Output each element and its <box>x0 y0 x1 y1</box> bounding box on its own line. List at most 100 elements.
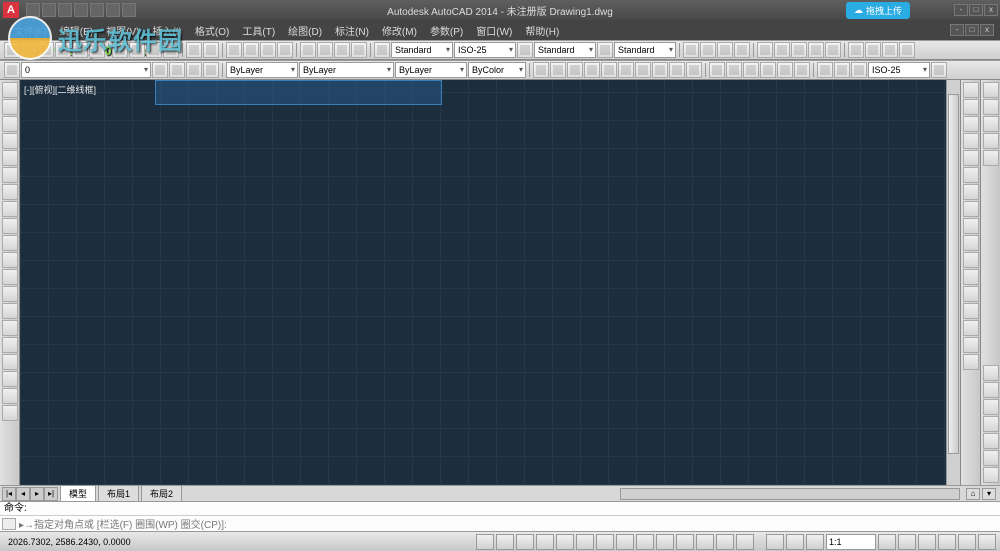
tool-gradient-icon[interactable] <box>2 337 18 353</box>
tb-zoom-icon[interactable] <box>243 42 259 58</box>
lineweight-combo[interactable]: ByLayer <box>395 62 467 78</box>
sb-quickview-layouts-icon[interactable] <box>786 534 804 550</box>
tool-pan-icon[interactable] <box>983 99 999 115</box>
menu-dimension[interactable]: 标注(N) <box>329 20 375 41</box>
tb-preview-icon[interactable] <box>72 42 88 58</box>
tab-first-button[interactable]: |◂ <box>2 487 16 501</box>
dimstyle-current-combo[interactable]: ISO-25 <box>868 62 930 78</box>
tool-spline-icon[interactable] <box>2 218 18 234</box>
tb-mleaderstyle-icon[interactable] <box>597 42 613 58</box>
menu-insert[interactable]: 插入(I) <box>146 20 187 41</box>
tb-open-icon[interactable] <box>21 42 37 58</box>
sb-workspace-icon[interactable] <box>918 534 936 550</box>
command-line[interactable]: ▸→指定对角点或 [栏选(F) 圈围(WP) 圈交(CP)]: <box>0 515 1000 531</box>
tool-array-icon[interactable] <box>963 150 979 166</box>
tb-dim-baseline-icon[interactable] <box>669 62 685 78</box>
tb-textstyle-icon[interactable] <box>374 42 390 58</box>
tool-rectangle-icon[interactable] <box>2 150 18 166</box>
menu-edit[interactable]: 编辑(E) <box>54 20 99 41</box>
tool-quickselect-icon[interactable] <box>983 450 999 466</box>
tb-misc1-icon[interactable] <box>848 42 864 58</box>
coordinates-display[interactable]: 2026.7302, 2586.2430, 0.0000 <box>4 536 135 548</box>
tb-zoom-window-icon[interactable] <box>260 42 276 58</box>
tool-circle-icon[interactable] <box>2 184 18 200</box>
menu-draw[interactable]: 绘图(D) <box>282 20 328 41</box>
textstyle-combo[interactable]: Standard <box>391 42 453 58</box>
tb-layer-iso-icon[interactable] <box>186 62 202 78</box>
tool-copy-icon[interactable] <box>963 99 979 115</box>
tb-redo-icon[interactable] <box>203 42 219 58</box>
sb-snap-icon[interactable] <box>476 534 494 550</box>
tool-rotate-icon[interactable] <box>963 184 979 200</box>
tb-table-icon[interactable] <box>808 42 824 58</box>
tool-explode-icon[interactable] <box>963 354 979 370</box>
tab-model[interactable]: 模型 <box>60 485 96 502</box>
qat-save-icon[interactable] <box>58 3 72 17</box>
tool-block-icon[interactable] <box>2 286 18 302</box>
sb-quickview-drawings-icon[interactable] <box>806 534 824 550</box>
tb-text2-icon[interactable] <box>700 42 716 58</box>
tool-blend-icon[interactable] <box>963 337 979 353</box>
tb-new-icon[interactable] <box>4 42 20 58</box>
menu-tools[interactable]: 工具(T) <box>236 20 281 41</box>
tb-dimtedit-icon[interactable] <box>834 62 850 78</box>
tool-calc2-icon[interactable] <box>983 467 999 483</box>
tool-insert-icon[interactable] <box>2 269 18 285</box>
tool-stretch-icon[interactable] <box>963 218 979 234</box>
tb-dim-ordinate-icon[interactable] <box>584 62 600 78</box>
doc-close-button[interactable]: x <box>980 24 994 36</box>
sb-otrack-icon[interactable] <box>596 534 614 550</box>
sb-am-icon[interactable] <box>736 534 754 550</box>
drawing-canvas[interactable]: [-][俯视][二维线框] <box>20 80 946 485</box>
tool-xline-icon[interactable] <box>2 99 18 115</box>
linetype-combo[interactable]: ByLayer <box>299 62 394 78</box>
tb-dim-arc-icon[interactable] <box>567 62 583 78</box>
tb-calc-icon[interactable] <box>351 42 367 58</box>
sb-grid-icon[interactable] <box>496 534 514 550</box>
sb-sc-icon[interactable] <box>716 534 734 550</box>
tool-ellipse-arc-icon[interactable] <box>2 252 18 268</box>
tb-text3-icon[interactable] <box>717 42 733 58</box>
sb-tpy-icon[interactable] <box>676 534 694 550</box>
tab-next-button[interactable]: ▸ <box>30 487 44 501</box>
tb-tablestyle-icon[interactable] <box>517 42 533 58</box>
tb-undo-icon[interactable] <box>186 42 202 58</box>
tb-mtext-icon[interactable] <box>683 42 699 58</box>
tool-mtext-icon[interactable] <box>2 388 18 404</box>
qat-undo-icon[interactable] <box>74 3 88 17</box>
tool-polygon-icon[interactable] <box>2 133 18 149</box>
menu-help[interactable]: 帮助(H) <box>519 20 565 41</box>
tb-dim-break-icon[interactable] <box>726 62 742 78</box>
tool-polyline-icon[interactable] <box>2 116 18 132</box>
tool-move-icon[interactable] <box>963 167 979 183</box>
tb-insert-icon[interactable] <box>774 42 790 58</box>
qat-open-icon[interactable] <box>42 3 56 17</box>
tool-offset-icon[interactable] <box>963 133 979 149</box>
sb-osnap-icon[interactable] <box>556 534 574 550</box>
mleaderstyle-combo[interactable]: Standard <box>614 42 676 58</box>
sb-clean-screen-icon[interactable] <box>978 534 996 550</box>
tb-layer-manager-icon[interactable] <box>4 62 20 78</box>
tb-dim-aligned-icon[interactable] <box>550 62 566 78</box>
app-icon[interactable]: A <box>3 2 19 18</box>
tool-addselected-icon[interactable] <box>2 405 18 421</box>
tab-layout2[interactable]: 布局2 <box>141 485 182 502</box>
menu-file[interactable]: 文件(F) <box>8 20 53 41</box>
tb-block-icon[interactable] <box>757 42 773 58</box>
close-button[interactable]: x <box>984 4 998 16</box>
tb-dimupdate-icon[interactable] <box>931 62 947 78</box>
qat-dropdown-icon[interactable] <box>122 3 136 17</box>
tb-paste-icon[interactable] <box>146 42 162 58</box>
tb-tool-palette-icon[interactable] <box>334 42 350 58</box>
tb-plot-icon[interactable] <box>55 42 71 58</box>
tb-dim-angular-icon[interactable] <box>635 62 651 78</box>
tool-orbit-icon[interactable] <box>983 133 999 149</box>
sb-dyn-icon[interactable] <box>636 534 654 550</box>
viewcube-menu-icon[interactable]: ▾ <box>982 488 996 500</box>
dimstyle-combo[interactable]: ISO-25 <box>454 42 516 58</box>
tb-dim-linear-icon[interactable] <box>533 62 549 78</box>
tb-center-mark-icon[interactable] <box>760 62 776 78</box>
color-combo[interactable]: ByLayer <box>226 62 298 78</box>
tool-erase-icon[interactable] <box>963 82 979 98</box>
menu-modify[interactable]: 修改(M) <box>376 20 423 41</box>
